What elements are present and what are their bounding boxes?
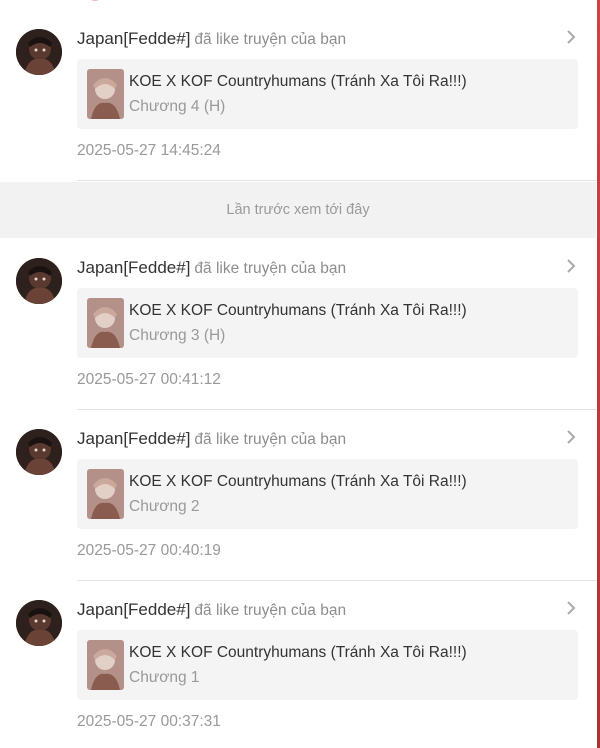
timestamp: 2025-05-27 00:37:31 — [77, 713, 221, 730]
story-cover — [87, 69, 124, 119]
timestamp: 2025-05-27 14:45:24 — [77, 142, 221, 159]
user-name[interactable]: Japan[Fedde#] — [77, 429, 190, 448]
story-title: KOE X KOF Countryhumans (Tránh Xa Tôi Ra… — [129, 473, 467, 490]
last-viewed-separator: Lần trước xem tới đây — [0, 182, 596, 238]
chapter-label: Chương 2 — [129, 498, 200, 515]
chevron-right-icon[interactable] — [564, 428, 578, 446]
notification-text: Japan[Fedde#] đã like truyện của bạn — [77, 257, 346, 280]
chevron-right-icon[interactable] — [564, 257, 578, 275]
story-card[interactable]: KOE X KOF Countryhumans (Tránh Xa Tôi Ra… — [77, 459, 578, 529]
avatar-image — [16, 429, 62, 475]
notification-text: Japan[Fedde#] đã like truyện của bạn — [77, 599, 346, 622]
notification-text: Japan[Fedde#] đã like truyện của bạn — [77, 428, 346, 451]
story-cover — [87, 298, 124, 348]
user-name[interactable]: Japan[Fedde#] — [77, 29, 190, 48]
notification-text: Japan[Fedde#] đã like truyện của bạn — [77, 28, 346, 51]
chevron-right-icon[interactable] — [564, 599, 578, 617]
action-text: đã like truyện của bạn — [194, 431, 347, 448]
top-partial-icon — [91, 0, 99, 1]
chapter-label: Chương 1 — [129, 669, 200, 686]
user-name[interactable]: Japan[Fedde#] — [77, 258, 190, 277]
avatar[interactable] — [16, 600, 62, 646]
story-card[interactable]: KOE X KOF Countryhumans (Tránh Xa Tôi Ra… — [77, 288, 578, 358]
user-name[interactable]: Japan[Fedde#] — [77, 600, 190, 619]
divider — [77, 580, 596, 581]
divider — [77, 409, 596, 410]
chapter-label: Chương 4 (H) — [129, 98, 226, 115]
avatar[interactable] — [16, 429, 62, 475]
divider — [77, 180, 596, 181]
timestamp: 2025-05-27 00:41:12 — [77, 371, 221, 388]
story-title: KOE X KOF Countryhumans (Tránh Xa Tôi Ra… — [129, 302, 467, 319]
avatar-image — [16, 600, 62, 646]
avatar[interactable] — [16, 258, 62, 304]
chapter-label: Chương 3 (H) — [129, 327, 226, 344]
story-cover — [87, 469, 124, 519]
action-text: đã like truyện của bạn — [194, 260, 347, 277]
avatar[interactable] — [16, 29, 62, 75]
story-cover — [87, 640, 124, 690]
story-card[interactable]: KOE X KOF Countryhumans (Tránh Xa Tôi Ra… — [77, 630, 578, 700]
timestamp: 2025-05-27 00:40:19 — [77, 542, 221, 559]
avatar-image — [16, 29, 62, 75]
story-title: KOE X KOF Countryhumans (Tránh Xa Tôi Ra… — [129, 73, 467, 90]
action-text: đã like truyện của bạn — [194, 31, 347, 48]
story-title: KOE X KOF Countryhumans (Tránh Xa Tôi Ra… — [129, 644, 467, 661]
action-text: đã like truyện của bạn — [194, 602, 347, 619]
avatar-image — [16, 258, 62, 304]
chevron-right-icon[interactable] — [564, 28, 578, 46]
story-card[interactable]: KOE X KOF Countryhumans (Tránh Xa Tôi Ra… — [77, 59, 578, 129]
